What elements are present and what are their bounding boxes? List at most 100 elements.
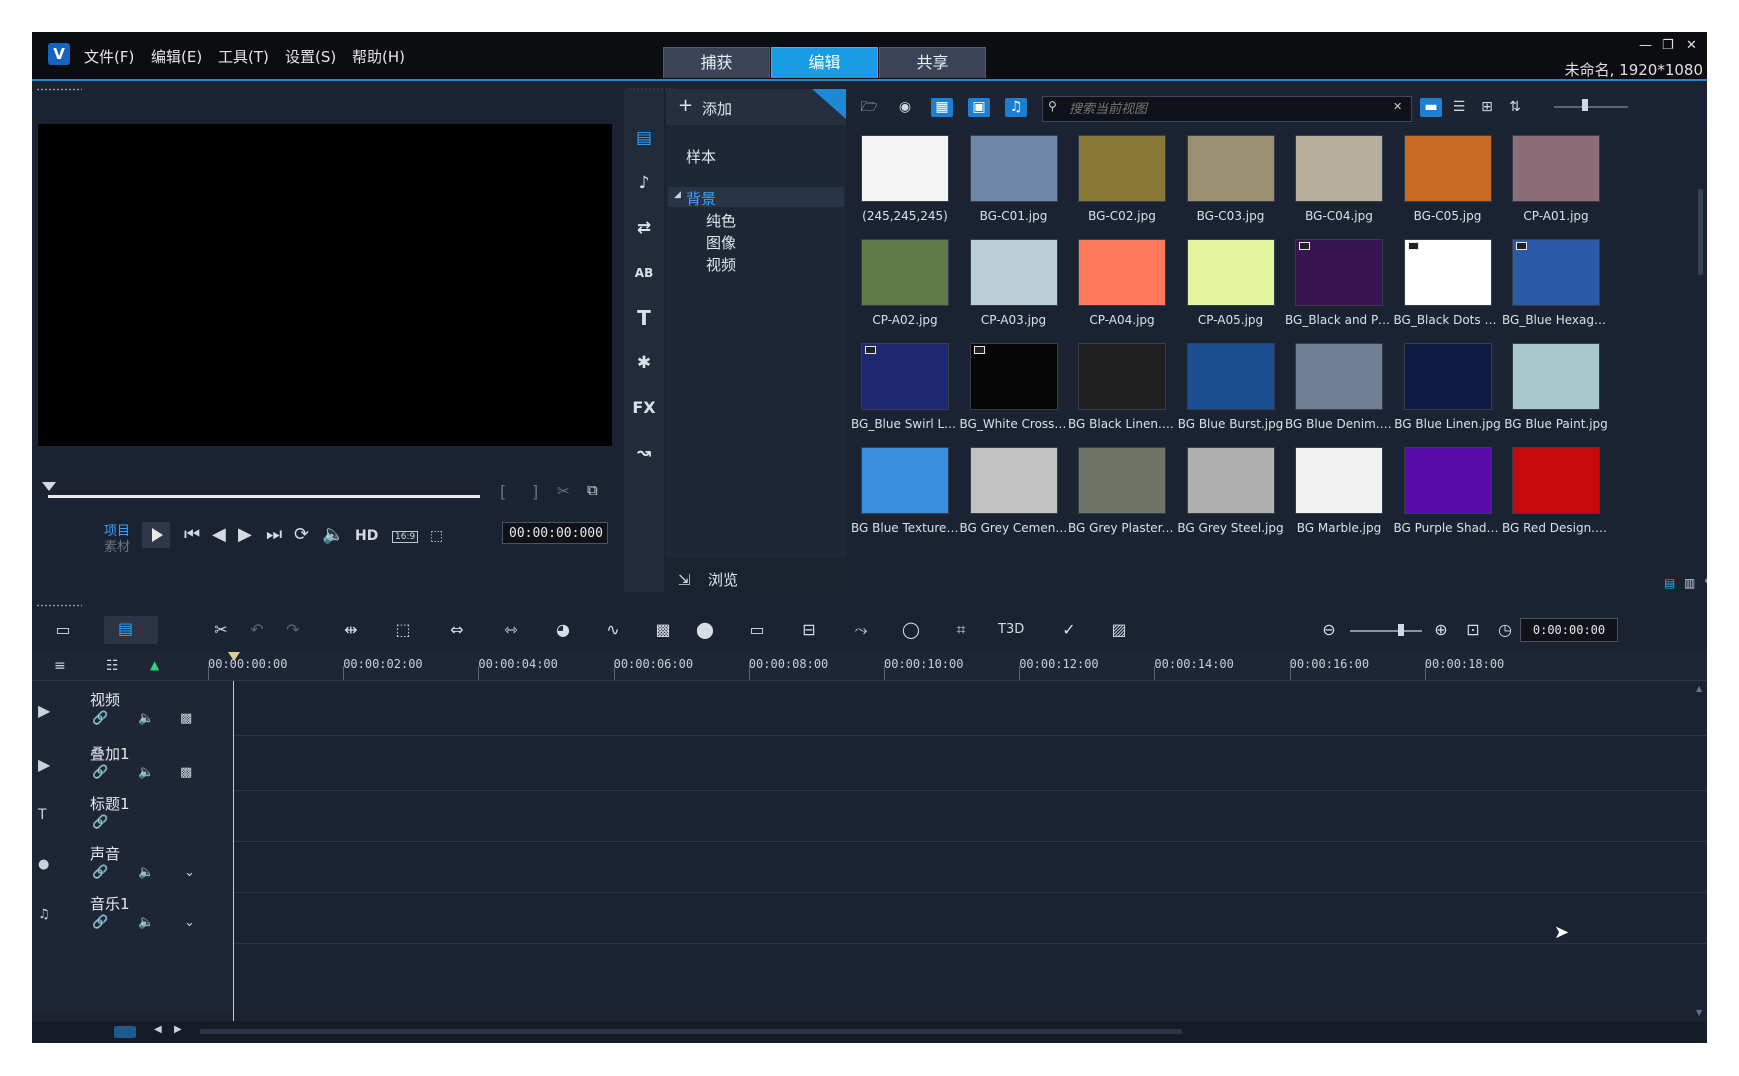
library-item[interactable]: BG-C04.jpg (1285, 131, 1393, 235)
expand-chevron-icon[interactable]: ⌄ (184, 915, 195, 930)
view-grid-icon[interactable]: ⊞ (1476, 98, 1498, 117)
mask-creator-icon[interactable]: ✓ (1056, 619, 1082, 641)
tree-item-video[interactable]: 视频 (706, 254, 736, 275)
close-icon[interactable]: ✕ (1686, 38, 1697, 53)
go-to-end-icon[interactable]: ⏭ (266, 524, 282, 545)
restore-icon[interactable]: ❐ (1662, 38, 1674, 53)
library-item[interactable]: BG-C02.jpg (1068, 131, 1176, 235)
panel-layout-icon-1[interactable]: ▤ (1664, 576, 1675, 590)
mark-out-icon[interactable]: ] (532, 482, 538, 501)
mute-icon[interactable]: 🔈 (138, 865, 154, 880)
expand-chevron-icon[interactable]: ⌄ (184, 865, 195, 880)
panel-layout-icon-2[interactable]: ▥ (1684, 576, 1695, 590)
zoom-slider[interactable] (1350, 630, 1422, 632)
scrub-bar[interactable] (48, 495, 480, 498)
add-folder-button[interactable]: + 添加 (666, 89, 846, 125)
library-item[interactable]: CP-A05.jpg (1177, 235, 1285, 339)
redo-icon[interactable]: ↷ (280, 619, 306, 641)
scroll-right-icon[interactable]: ▶ (174, 1024, 182, 1035)
browse-button[interactable]: 浏览 (708, 569, 738, 590)
collapse-arrow-icon[interactable]: ◢ (674, 190, 681, 200)
link-icon[interactable]: 🔗 (92, 915, 108, 930)
minimize-icon[interactable]: — (1639, 38, 1652, 53)
view-list-icon[interactable]: ☰ (1448, 98, 1470, 117)
library-item[interactable]: BG Blue Denim.jpg (1285, 339, 1393, 443)
library-item[interactable]: BG Purple Shadow... (1394, 443, 1502, 547)
track-lane-video[interactable] (234, 681, 1707, 736)
enlarge-preview-icon[interactable]: ⧉ (587, 481, 598, 499)
search-box[interactable]: ⚲ ✕ (1042, 96, 1412, 122)
stretch-icon[interactable]: ⇿ (498, 619, 524, 641)
library-item[interactable]: BG Red Design.jpg (1502, 443, 1610, 547)
subtitle-icon[interactable]: ▭ (744, 619, 770, 641)
scrub-handle[interactable] (42, 482, 56, 491)
menu-tools[interactable]: 工具(T) (218, 46, 269, 67)
link-icon[interactable]: 🔗 (92, 711, 108, 726)
mask-icon[interactable]: ⬤ (692, 619, 718, 641)
undo-icon[interactable]: ↶ (244, 619, 270, 641)
ripple-icon[interactable]: ▩ (180, 711, 192, 726)
timeline-vertical-scrollbar[interactable]: ▲ ▼ (1696, 684, 1704, 1017)
library-item[interactable]: BG Blue Paint.jpg (1502, 339, 1610, 443)
track-lane-voice[interactable] (234, 842, 1707, 893)
track-lane-overlay[interactable] (234, 736, 1707, 791)
link-icon[interactable]: 🔗 (92, 765, 108, 780)
next-frame-icon[interactable]: ▶ (238, 524, 252, 545)
text-icon[interactable]: T (632, 306, 656, 330)
library-item[interactable]: BG Grey Steel.jpg (1177, 443, 1285, 547)
library-item[interactable]: CP-A03.jpg (960, 235, 1068, 339)
playhead-marker[interactable] (228, 652, 240, 661)
library-item[interactable]: BG Blue Texture.jpg (851, 443, 959, 547)
library-item[interactable]: BG_Black and Purp... (1285, 235, 1393, 339)
ripple-edit-icon[interactable]: ⇔ (444, 619, 470, 641)
tree-item-solid[interactable]: 纯色 (706, 210, 736, 231)
path-icon[interactable]: ↝ (632, 441, 656, 465)
project-length-icon[interactable] (114, 1026, 136, 1038)
audio-wave-icon[interactable]: ∿ (600, 619, 626, 641)
tree-item-image[interactable]: 图像 (706, 232, 736, 253)
tree-item-sample[interactable]: 样本 (686, 146, 716, 167)
timeline-view-button[interactable]: ▤ (104, 616, 158, 644)
filter-video-icon[interactable]: ▦ (931, 98, 953, 117)
timeline-timecode[interactable]: 0:00:00:00 (1520, 618, 1618, 642)
library-scrollbar[interactable] (1698, 189, 1703, 275)
timeline-ruler[interactable]: ≡ ☷ ▲ 00:00:00:00 00:00:02:00 00:00:04:00 0… (32, 652, 1707, 681)
title-3d-icon[interactable]: T3D (998, 619, 1024, 641)
tab-share[interactable]: 共享 (879, 47, 986, 78)
hd-preview-button[interactable]: HD (355, 528, 378, 544)
crop-icon[interactable]: ⬚ (430, 528, 443, 544)
add-track-icon[interactable]: ☷ (106, 658, 119, 674)
zoom-out-icon[interactable]: ⊖ (1316, 619, 1342, 641)
camera-icon[interactable]: ◉ (894, 98, 916, 117)
sort-icon[interactable]: ⇅ (1504, 98, 1526, 117)
timeline-horizontal-scrollbar[interactable] (200, 1029, 1182, 1034)
library-item[interactable]: (245,245,245) (851, 131, 959, 235)
library-item[interactable]: BG-C05.jpg (1394, 131, 1502, 235)
library-item[interactable]: BG Marble.jpg (1285, 443, 1393, 547)
pan-zoom-icon[interactable]: ⬚ (390, 619, 416, 641)
library-item[interactable]: BG_Blue Swirl Loo... (851, 339, 959, 443)
tab-edit[interactable]: 编辑 (771, 47, 878, 78)
filter-audio-icon[interactable]: ♫ (1005, 98, 1027, 117)
mode-clip[interactable]: 素材 (104, 536, 130, 555)
mute-icon[interactable]: 🔈 (138, 915, 154, 930)
fx-icon[interactable]: FX (632, 396, 656, 420)
path-tracking-icon[interactable]: ◯ (898, 619, 924, 641)
library-item[interactable]: BG Grey Plaster.jpg (1068, 443, 1176, 547)
motion-tracking-icon[interactable]: ⤳ (848, 619, 874, 641)
library-item[interactable]: BG-C01.jpg (960, 131, 1068, 235)
link-icon[interactable]: 🔗 (92, 865, 108, 880)
thumb-size-slider[interactable] (1554, 106, 1628, 108)
import-folder-icon[interactable]: 🗁 (858, 98, 880, 117)
play-button[interactable] (142, 522, 170, 548)
scroll-left-icon[interactable]: ◀ (154, 1024, 162, 1035)
scroll-down-icon[interactable]: ▼ (1696, 1008, 1702, 1017)
filter-photo-icon[interactable]: ▣ (968, 98, 990, 117)
split-clip-icon[interactable]: ✂ (557, 482, 570, 500)
video-editor-icon[interactable]: ▨ (1106, 619, 1132, 641)
library-item[interactable]: BG Black Linen.jpg (1068, 339, 1176, 443)
player-timecode[interactable]: 00:00:00:000 (502, 522, 608, 544)
search-input[interactable] (1067, 98, 1391, 120)
split-screen-icon[interactable]: ⊟ (796, 619, 822, 641)
track-lane-title[interactable] (234, 791, 1707, 842)
